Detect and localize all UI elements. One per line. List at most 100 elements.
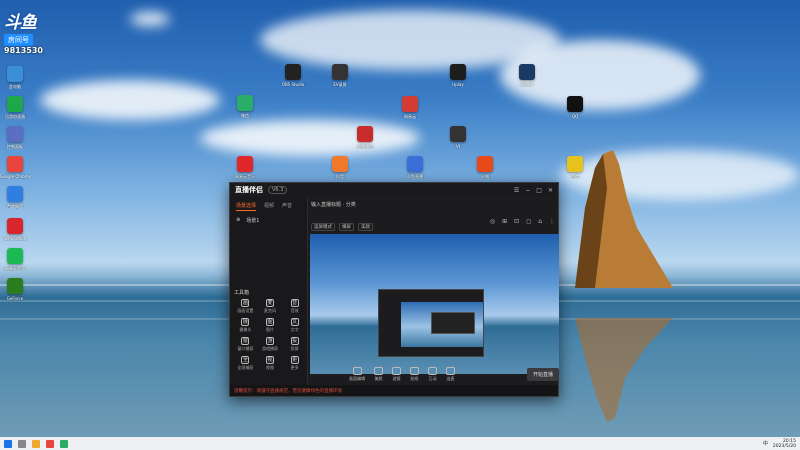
- bottom-tool[interactable]: 美颜: [374, 366, 383, 382]
- desktop-icon-app-spotify[interactable]: 网易云音乐: [0, 248, 30, 271]
- file-explorer-icon[interactable]: [32, 439, 40, 448]
- tab-portrait[interactable]: 竖屏模式: [311, 223, 335, 231]
- app-eye-icon: [332, 64, 348, 80]
- sidebar-tabs: 场景选择 视频 声音: [230, 197, 307, 211]
- tool-item[interactable]: 全全屏捕获: [233, 356, 258, 371]
- bottom-tool-label: 滤镜: [392, 375, 401, 381]
- desktop-icon-control-panel[interactable]: 控制面板: [0, 126, 30, 149]
- desktop-icon-label: 网易云: [404, 114, 416, 119]
- tab-landscape[interactable]: 横屏: [339, 223, 354, 231]
- bottom-tool[interactable]: 画面编辑: [349, 366, 365, 382]
- desktop-icon-app-green[interactable]: 迅游加速器: [0, 96, 30, 119]
- desktop-icon-app-blue[interactable]: 百度网盘: [0, 186, 30, 209]
- tool-label: 麦克风: [263, 308, 276, 313]
- tool-item[interactable]: 更更多: [282, 356, 307, 371]
- desktop-icon-app-yellow[interactable]: 百度: [560, 156, 590, 179]
- room-tag: 房间号: [4, 34, 33, 46]
- preview-toolbar-icon[interactable]: ⊡: [514, 218, 519, 225]
- tool-item[interactable]: 视视频: [258, 356, 283, 371]
- tool-item[interactable]: 画画面设置: [233, 299, 258, 314]
- desktop-icon-chrome[interactable]: Google Chrome: [0, 156, 30, 179]
- desktop-icon-label: Steam: [520, 82, 534, 87]
- desktop-icon-wps[interactable]: WPS Office: [0, 218, 30, 241]
- add-scene-icon[interactable]: ⊕: [236, 217, 240, 224]
- notice-bar: 温馨提示：请遵守直播规范，营造健康绿色的直播环境: [230, 385, 558, 396]
- search-icon[interactable]: [18, 439, 26, 448]
- bottom-tool[interactable]: 滤镜: [392, 366, 401, 382]
- tool-item[interactable]: 摄摄像头: [233, 318, 258, 333]
- app-red-icon: [357, 126, 373, 142]
- desktop-icon-label: 百度: [571, 174, 579, 179]
- desktop-icon-label: OBS Studio: [281, 82, 305, 87]
- tool-icon: 窗: [241, 337, 250, 345]
- desktop-icon-app-dark1[interactable]: OBS Studio: [278, 64, 308, 87]
- tool-icon: 投: [290, 337, 299, 345]
- language-indicator[interactable]: 中: [763, 440, 768, 447]
- tool-item[interactable]: 图图片: [258, 318, 283, 333]
- live-companion-window[interactable]: 直播伴侣 V6.3 ☰ − □ ✕ 场景选择 视频 声音 ⊕ 场景1 工具箱 画…: [229, 182, 559, 397]
- scene-row[interactable]: ⊕ 场景1: [230, 211, 307, 224]
- bottom-tool[interactable]: 贴纸: [410, 366, 419, 382]
- window-titlebar[interactable]: 直播伴侣 V6.3 ☰ − □ ✕: [230, 183, 558, 197]
- desktop-icon-this-pc[interactable]: 此电脑: [0, 66, 30, 89]
- maximize-icon[interactable]: □: [536, 187, 542, 194]
- tab-beauty[interactable]: 美颜: [358, 223, 373, 231]
- desktop-icon-label: 网易云音乐: [5, 266, 25, 271]
- start-icon[interactable]: [4, 439, 12, 448]
- tool-item[interactable]: 音音效: [282, 299, 307, 314]
- desktop-icon-app-netease[interactable]: 网易云: [395, 96, 425, 119]
- bottom-tool[interactable]: 互动: [428, 366, 437, 382]
- stream-title[interactable]: 输入直播标题 · 分类: [311, 201, 356, 208]
- desktop-icon-qq[interactable]: QQ: [560, 96, 590, 119]
- tool-item[interactable]: 投投屏: [282, 337, 307, 352]
- wechat-taskbar-icon[interactable]: [60, 439, 68, 448]
- tool-label: 全屏捕获: [237, 365, 254, 370]
- tab-audio[interactable]: 声音: [282, 202, 292, 211]
- desktop-icon-app-fire[interactable]: 火绒: [470, 156, 500, 179]
- preview-toolbar-icon[interactable]: ⊞: [502, 218, 507, 225]
- desktop-icon-wechat[interactable]: 微信: [230, 95, 260, 118]
- preview-sub-tabs: 竖屏模式 横屏 美颜: [311, 223, 373, 231]
- bottom-tool[interactable]: 连麦: [446, 366, 455, 382]
- tool-item[interactable]: 游游戏捕获: [258, 337, 283, 352]
- clock[interactable]: 20:15 2023/5/20: [773, 439, 796, 449]
- clock-date: 2023/5/20: [772, 443, 796, 449]
- desktop-icon-app-red[interactable]: 直播伴侣: [350, 126, 380, 149]
- menu-icon[interactable]: ☰: [514, 187, 519, 194]
- desktop-icon-steam[interactable]: Steam: [512, 64, 542, 87]
- close-icon[interactable]: ✕: [548, 187, 553, 194]
- tool-icon: 视: [265, 356, 274, 364]
- live-preview-canvas[interactable]: [310, 234, 559, 374]
- tool-icon: 更: [290, 356, 299, 364]
- desktop-icon-app-vi[interactable]: VI: [443, 126, 473, 149]
- desktop-icon-label: 火绒: [481, 174, 489, 179]
- preview-toolbar-icon[interactable]: ◻: [526, 218, 531, 225]
- go-live-button[interactable]: 开始直播: [526, 367, 559, 381]
- tab-scene[interactable]: 场景选择: [236, 202, 257, 211]
- douyu-watermark: 斗鱼 房间号 9813530: [4, 8, 60, 55]
- desktop-icon-app-dark2[interactable]: Uplay: [443, 64, 473, 87]
- preview-toolbar-icon[interactable]: ⌂: [538, 218, 542, 225]
- bottom-tool-icon: [428, 366, 437, 375]
- desktop-icon-app-orange[interactable]: 抖音: [325, 156, 355, 179]
- tool-item[interactable]: 文文字: [282, 318, 307, 333]
- tool-item[interactable]: 窗窗口捕获: [233, 337, 258, 352]
- desktop-icon-nvidia[interactable]: GeForce: [0, 278, 30, 301]
- minimize-icon[interactable]: −: [525, 187, 530, 194]
- app-orange-icon: [332, 156, 348, 172]
- desktop-icon-label: 此电脑: [9, 84, 21, 89]
- tool-icon: 文: [290, 318, 299, 326]
- desktop-icon-app-tv[interactable]: 斗鱼直播: [400, 156, 430, 179]
- desktop-icon-app-netease2[interactable]: 网易云音乐: [230, 156, 260, 179]
- app-dark1-icon: [285, 64, 301, 80]
- tab-video[interactable]: 视频: [264, 202, 274, 211]
- preview-toolbar-icon[interactable]: ◎: [490, 218, 495, 225]
- bottom-tool-label: 美颜: [374, 375, 383, 381]
- preview-toolbar-icon[interactable]: ⋮: [549, 218, 555, 225]
- chrome-taskbar-icon[interactable]: [46, 439, 54, 448]
- tool-icon: 摄: [241, 318, 250, 326]
- tool-item[interactable]: 麦麦克风: [258, 299, 283, 314]
- desktop-icon-app-eye[interactable]: EV录屏: [325, 64, 355, 87]
- room-number: 9813530: [4, 46, 43, 55]
- desktop-icon-label: 直播伴侣: [357, 144, 373, 149]
